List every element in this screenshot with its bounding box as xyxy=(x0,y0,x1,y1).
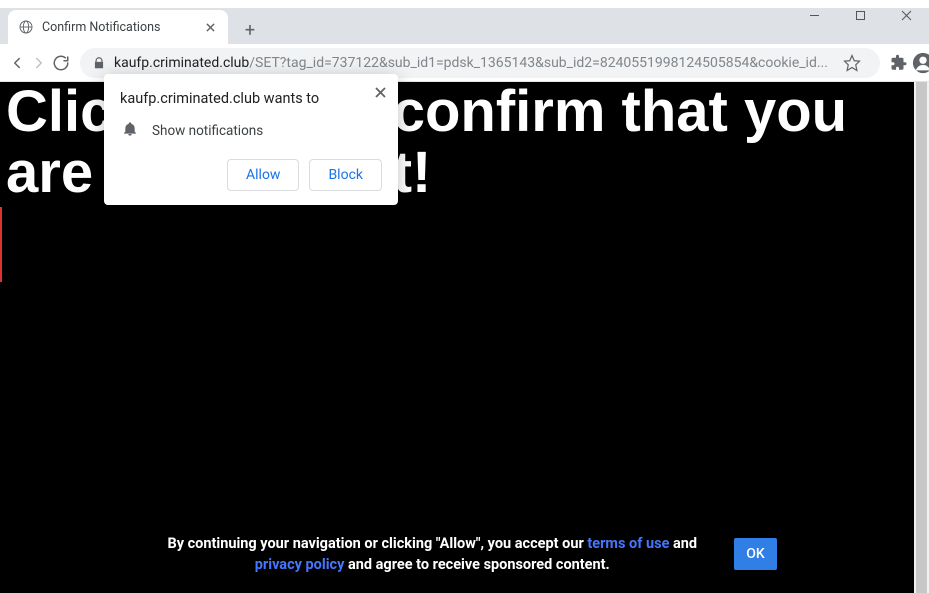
globe-icon xyxy=(18,19,34,35)
left-edge-accent xyxy=(0,207,2,282)
window-titlebar xyxy=(0,0,929,8)
permission-item-row: Show notifications xyxy=(120,121,382,141)
consent-mid: and xyxy=(669,535,697,552)
terms-of-use-link[interactable]: terms of use xyxy=(587,535,669,552)
permission-button-row: Allow Block xyxy=(120,159,382,191)
new-tab-button[interactable]: + xyxy=(236,16,264,44)
privacy-policy-link[interactable]: privacy policy xyxy=(255,556,345,573)
scrollbar-thumb[interactable] xyxy=(916,82,927,593)
permission-item-label: Show notifications xyxy=(152,123,263,139)
permission-prompt-text: kaufp.criminated.club wants to xyxy=(120,90,382,107)
consent-ok-button[interactable]: OK xyxy=(734,538,777,570)
window-minimize-button[interactable] xyxy=(791,0,837,30)
back-button[interactable] xyxy=(8,48,26,78)
vertical-scrollbar[interactable] xyxy=(914,82,929,593)
window-maximize-button[interactable] xyxy=(837,0,883,30)
notification-permission-popup: kaufp.criminated.club wants to Show noti… xyxy=(104,74,398,205)
reload-button[interactable] xyxy=(52,48,70,78)
block-button[interactable]: Block xyxy=(309,159,382,191)
url-path: /SET?tag_id=737122&sub_id1=pdsk_1365143&… xyxy=(249,55,828,71)
tab-close-button[interactable] xyxy=(202,19,218,35)
lock-icon xyxy=(92,56,106,70)
address-bar[interactable]: kaufp.criminated.club/SET?tag_id=737122&… xyxy=(80,48,880,78)
allow-button[interactable]: Allow xyxy=(227,159,299,191)
browser-tab[interactable]: Confirm Notifications xyxy=(8,10,228,44)
popup-close-button[interactable] xyxy=(372,84,388,100)
consent-post: and agree to receive sponsored content. xyxy=(344,556,609,573)
tab-bar: Confirm Notifications + xyxy=(0,8,929,44)
consent-pre: By continuing your navigation or clickin… xyxy=(167,535,587,552)
url-domain: kaufp.criminated.club xyxy=(114,55,249,71)
window-controls xyxy=(791,0,929,30)
window-close-button[interactable] xyxy=(883,0,929,30)
consent-text: By continuing your navigation or clickin… xyxy=(152,533,712,575)
bell-icon xyxy=(122,121,138,141)
forward-button[interactable] xyxy=(30,48,48,78)
profile-avatar-icon[interactable] xyxy=(912,47,929,79)
consent-bar: By continuing your navigation or clickin… xyxy=(0,533,929,575)
url-text: kaufp.criminated.club/SET?tag_id=737122&… xyxy=(114,55,828,71)
tab-title: Confirm Notifications xyxy=(42,20,194,35)
extensions-icon[interactable] xyxy=(890,47,908,79)
bookmark-star-icon[interactable] xyxy=(836,47,868,79)
